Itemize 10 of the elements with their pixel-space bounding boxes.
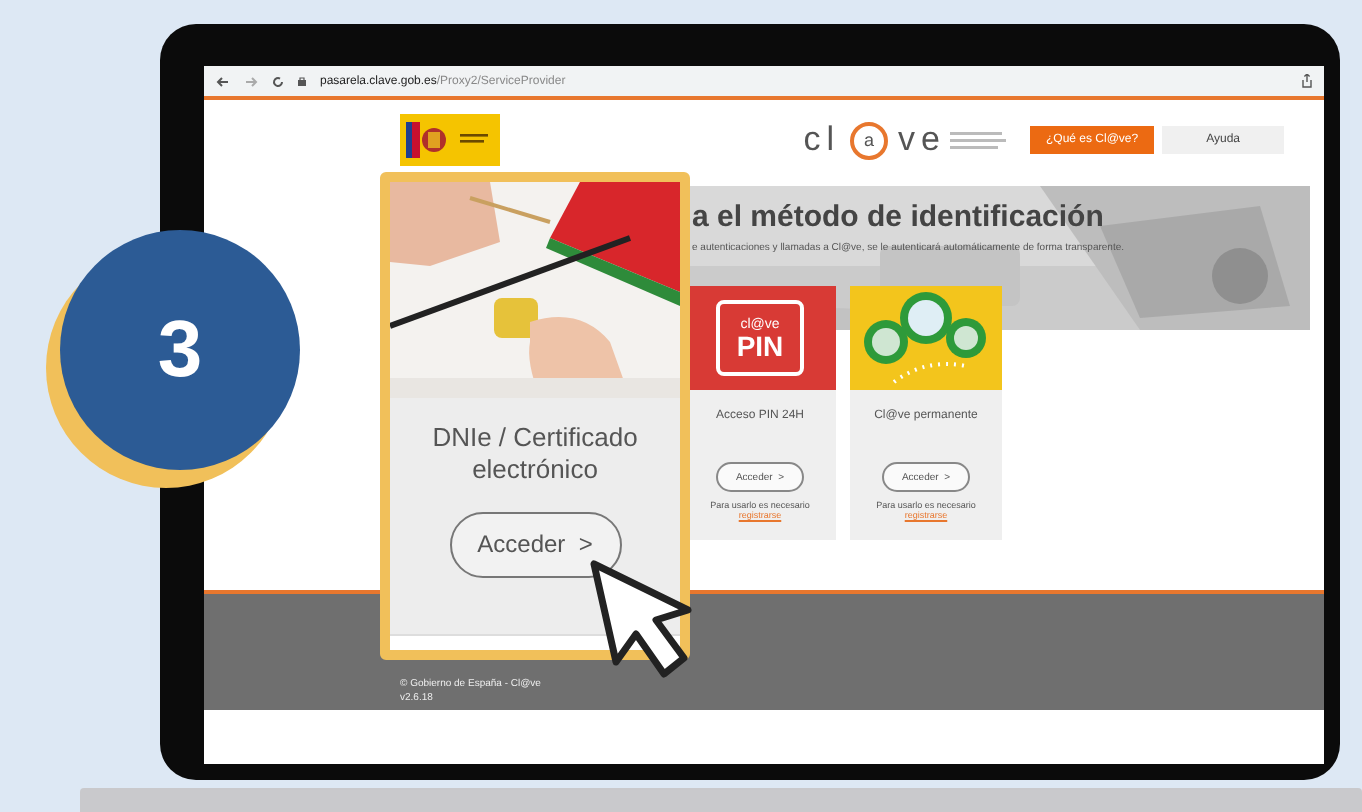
reload-icon[interactable] [272, 75, 284, 87]
government-emblem [400, 114, 500, 166]
method-title: DNIe / Certificado electrónico [430, 422, 640, 487]
step-number: 3 [60, 230, 300, 470]
access-button[interactable]: Acceder > [449, 511, 621, 577]
clave-logo: cl a ve [803, 120, 1010, 160]
back-icon[interactable] [216, 75, 230, 87]
share-icon[interactable] [1302, 74, 1312, 88]
cursor-icon [588, 558, 692, 682]
lock-icon [298, 76, 306, 86]
